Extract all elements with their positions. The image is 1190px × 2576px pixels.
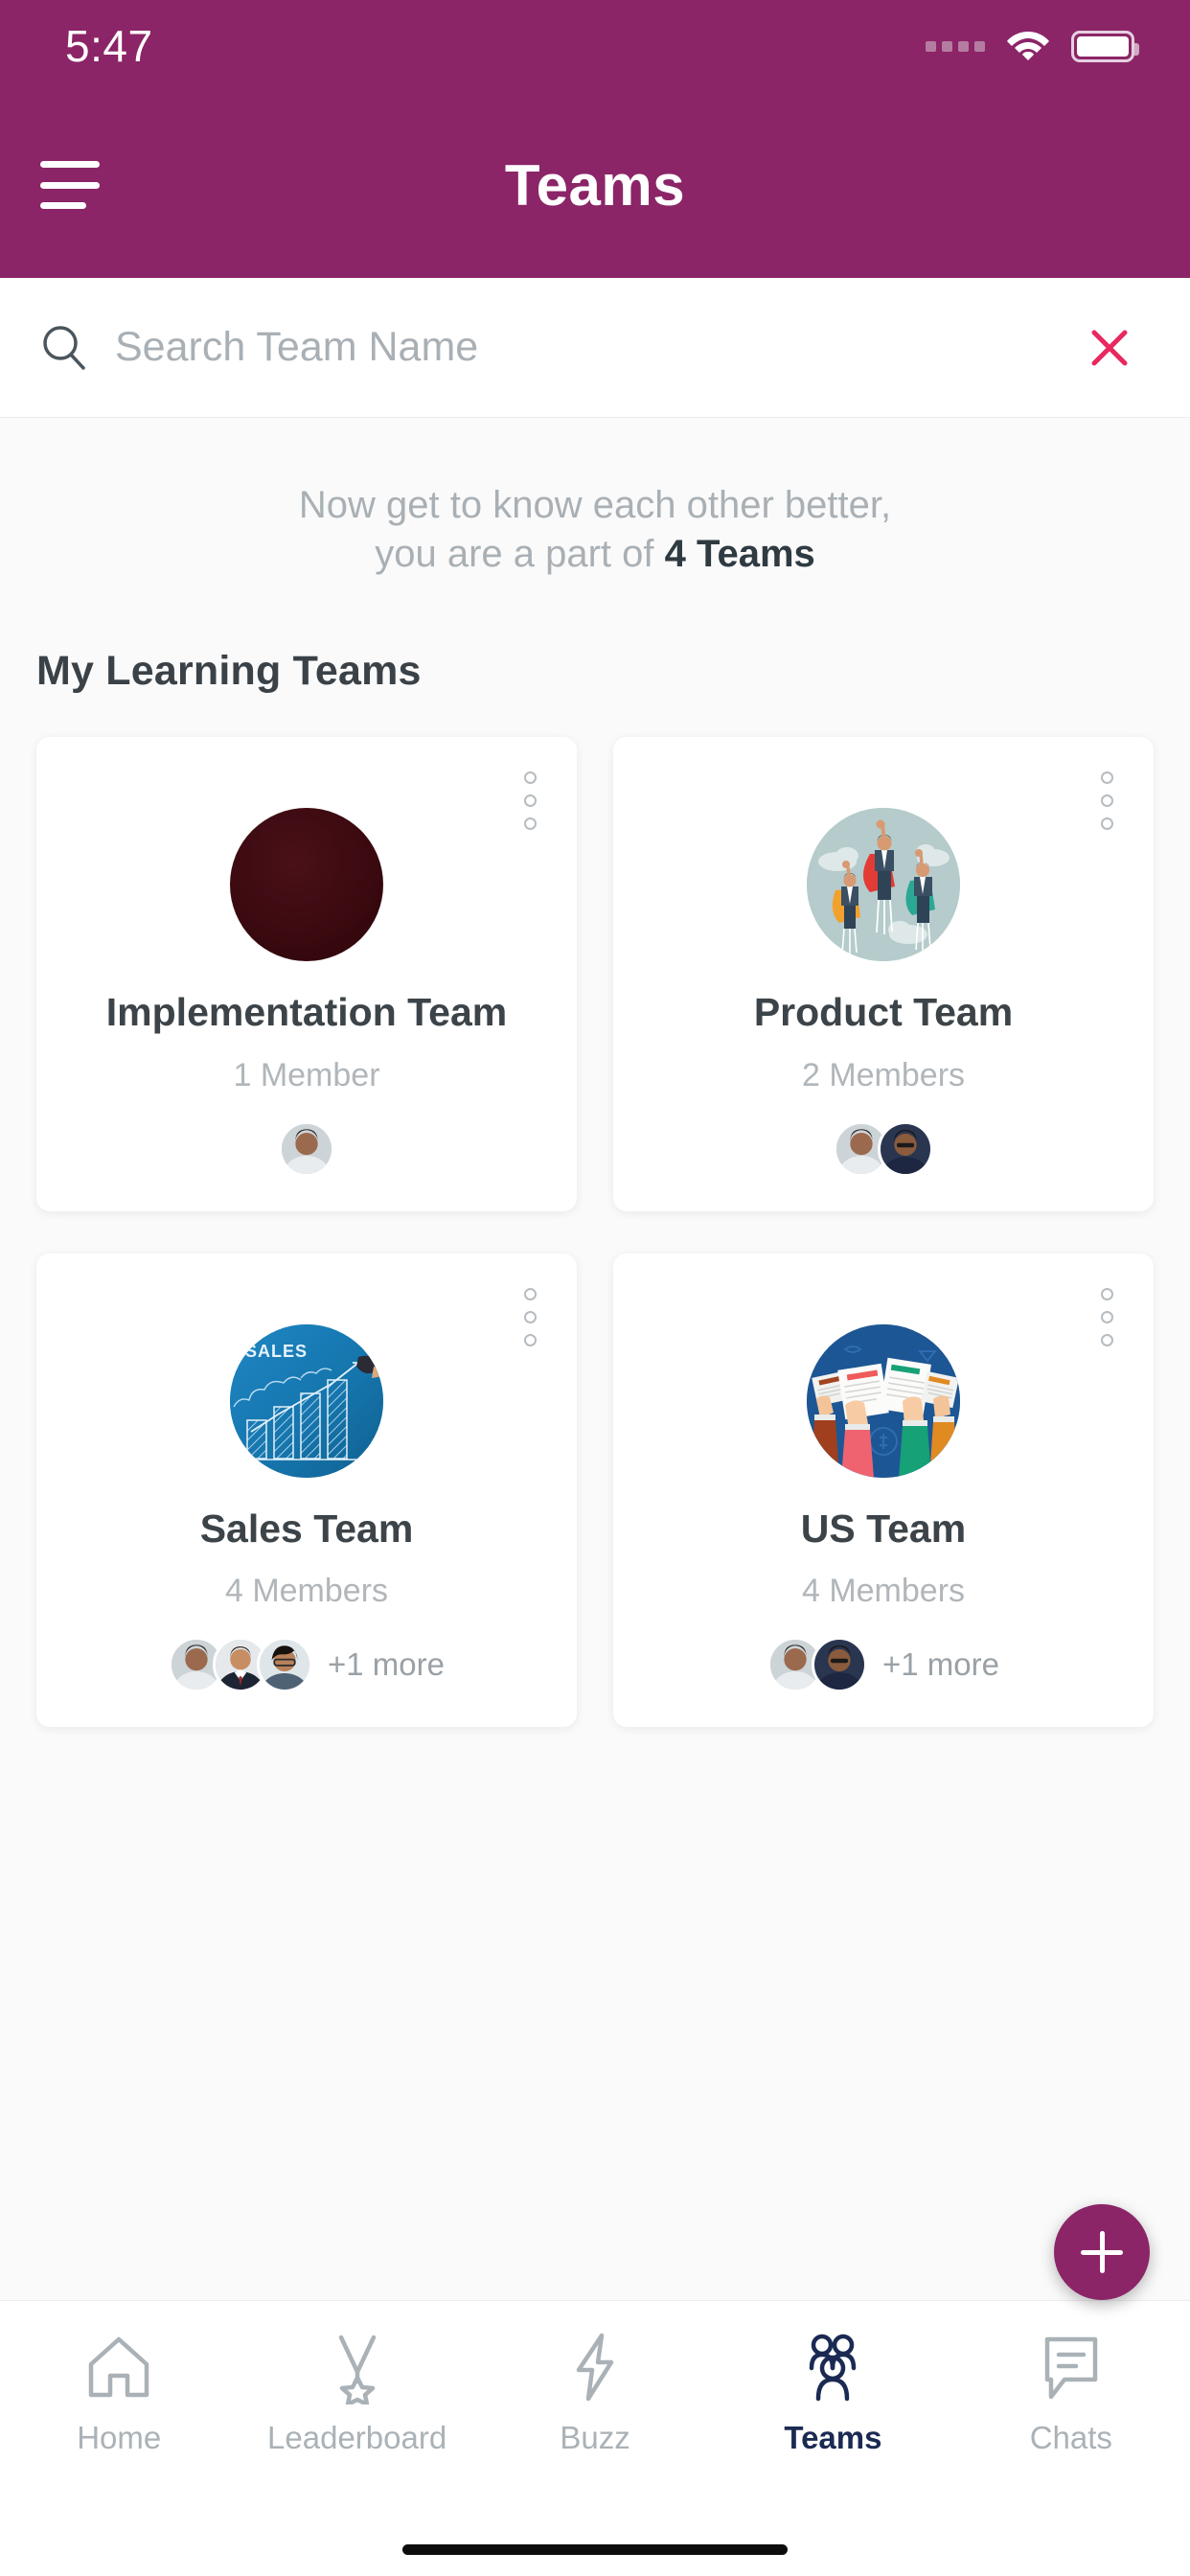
team-name: Sales Team (199, 1506, 414, 1551)
search-icon (38, 322, 90, 374)
page-title: Teams (504, 152, 686, 218)
member-avatar-stack[interactable]: +1 more (632, 1635, 1134, 1694)
status-indicators (926, 28, 1139, 65)
nav-item-buzz[interactable]: Buzz (476, 2330, 714, 2456)
nav-item-teams[interactable]: Teams (714, 2330, 951, 2456)
search-bar[interactable] (0, 278, 1190, 418)
team-name: US Team (800, 1506, 967, 1551)
signal-dots-icon (926, 40, 985, 52)
member-avatar-stack[interactable] (632, 1119, 1134, 1179)
nav-label: Buzz (560, 2420, 630, 2455)
avatar[interactable] (279, 1120, 334, 1177)
nav-label: Teams (784, 2420, 882, 2455)
wifi-icon (1006, 28, 1050, 65)
team-card[interactable]: Implementation Team 1 Member (36, 737, 577, 1211)
svg-text:SALES: SALES (245, 1342, 308, 1361)
team-name: Implementation Team (105, 990, 508, 1035)
team-name: Product Team (753, 990, 1014, 1035)
add-team-button[interactable] (1054, 2204, 1150, 2300)
battery-full-icon (1071, 30, 1139, 62)
status-time: 5:47 (65, 21, 153, 71)
nav-label: Home (77, 2420, 162, 2455)
people-icon (795, 2330, 870, 2404)
avatar[interactable] (257, 1636, 312, 1692)
team-count-highlight: 4 Teams (664, 533, 815, 576)
home-indicator (402, 2544, 788, 2555)
search-input[interactable] (115, 324, 1056, 371)
more-options-icon[interactable] (1101, 771, 1113, 831)
member-avatar-stack[interactable]: +1 more (56, 1635, 558, 1694)
more-options-icon[interactable] (1101, 1287, 1113, 1346)
section-title: My Learning Teams (36, 648, 422, 695)
greeting-text: Now get to know each other better, you a… (0, 418, 1190, 579)
team-member-count: 4 Members (224, 1572, 389, 1609)
team-card[interactable]: US Team 4 Members +1 more (613, 1253, 1154, 1727)
greeting-line-2-prefix: you are a part of (375, 533, 665, 576)
sales-bar-chart-illustration: SALES (230, 1323, 383, 1478)
nav-label: Chats (1029, 2420, 1112, 2455)
teams-scroll-area[interactable]: Now get to know each other better, you a… (0, 418, 1190, 2576)
lightning-icon (558, 2330, 632, 2404)
more-members-label: +1 more (882, 1645, 999, 1682)
nav-item-chats[interactable]: Chats (952, 2330, 1190, 2456)
close-x-icon[interactable] (1081, 319, 1138, 377)
app-bar: Teams (0, 92, 1190, 278)
teams-grid: Implementation Team 1 Member Product Tea… (0, 695, 1190, 1727)
hamburger-menu-icon[interactable] (36, 155, 105, 215)
nav-label: Leaderboard (267, 2420, 447, 2455)
team-member-count: 4 Members (801, 1572, 966, 1609)
team-card[interactable]: Product Team 2 Members (613, 737, 1154, 1211)
dark-maroon-circle-avatar (230, 808, 383, 962)
team-member-count: 1 Member (233, 1056, 380, 1093)
more-members-label: +1 more (328, 1645, 445, 1682)
team-card[interactable]: SALES Sales Team 4 Members +1 more (36, 1253, 577, 1727)
more-options-icon[interactable] (524, 771, 537, 831)
hands-holding-documents-illustration (807, 1323, 960, 1478)
chat-bubble-icon (1034, 2330, 1109, 2404)
nav-item-leaderboard[interactable]: Leaderboard (238, 2330, 475, 2456)
more-options-icon[interactable] (524, 1287, 537, 1346)
avatar[interactable] (878, 1120, 933, 1177)
avatar[interactable] (812, 1636, 867, 1692)
status-bar: 5:47 (0, 0, 1190, 92)
bottom-navigation: Home Leaderboard Buzz Teams Chats (0, 2300, 1190, 2576)
member-avatar-stack[interactable] (56, 1119, 558, 1179)
flying-superhero-businessmen-illustration (807, 808, 960, 962)
greeting-line-1: Now get to know each other better, (298, 484, 892, 526)
home-icon (81, 2330, 156, 2404)
nav-item-home[interactable]: Home (0, 2330, 238, 2456)
team-member-count: 2 Members (801, 1056, 966, 1093)
medal-icon (320, 2330, 395, 2404)
